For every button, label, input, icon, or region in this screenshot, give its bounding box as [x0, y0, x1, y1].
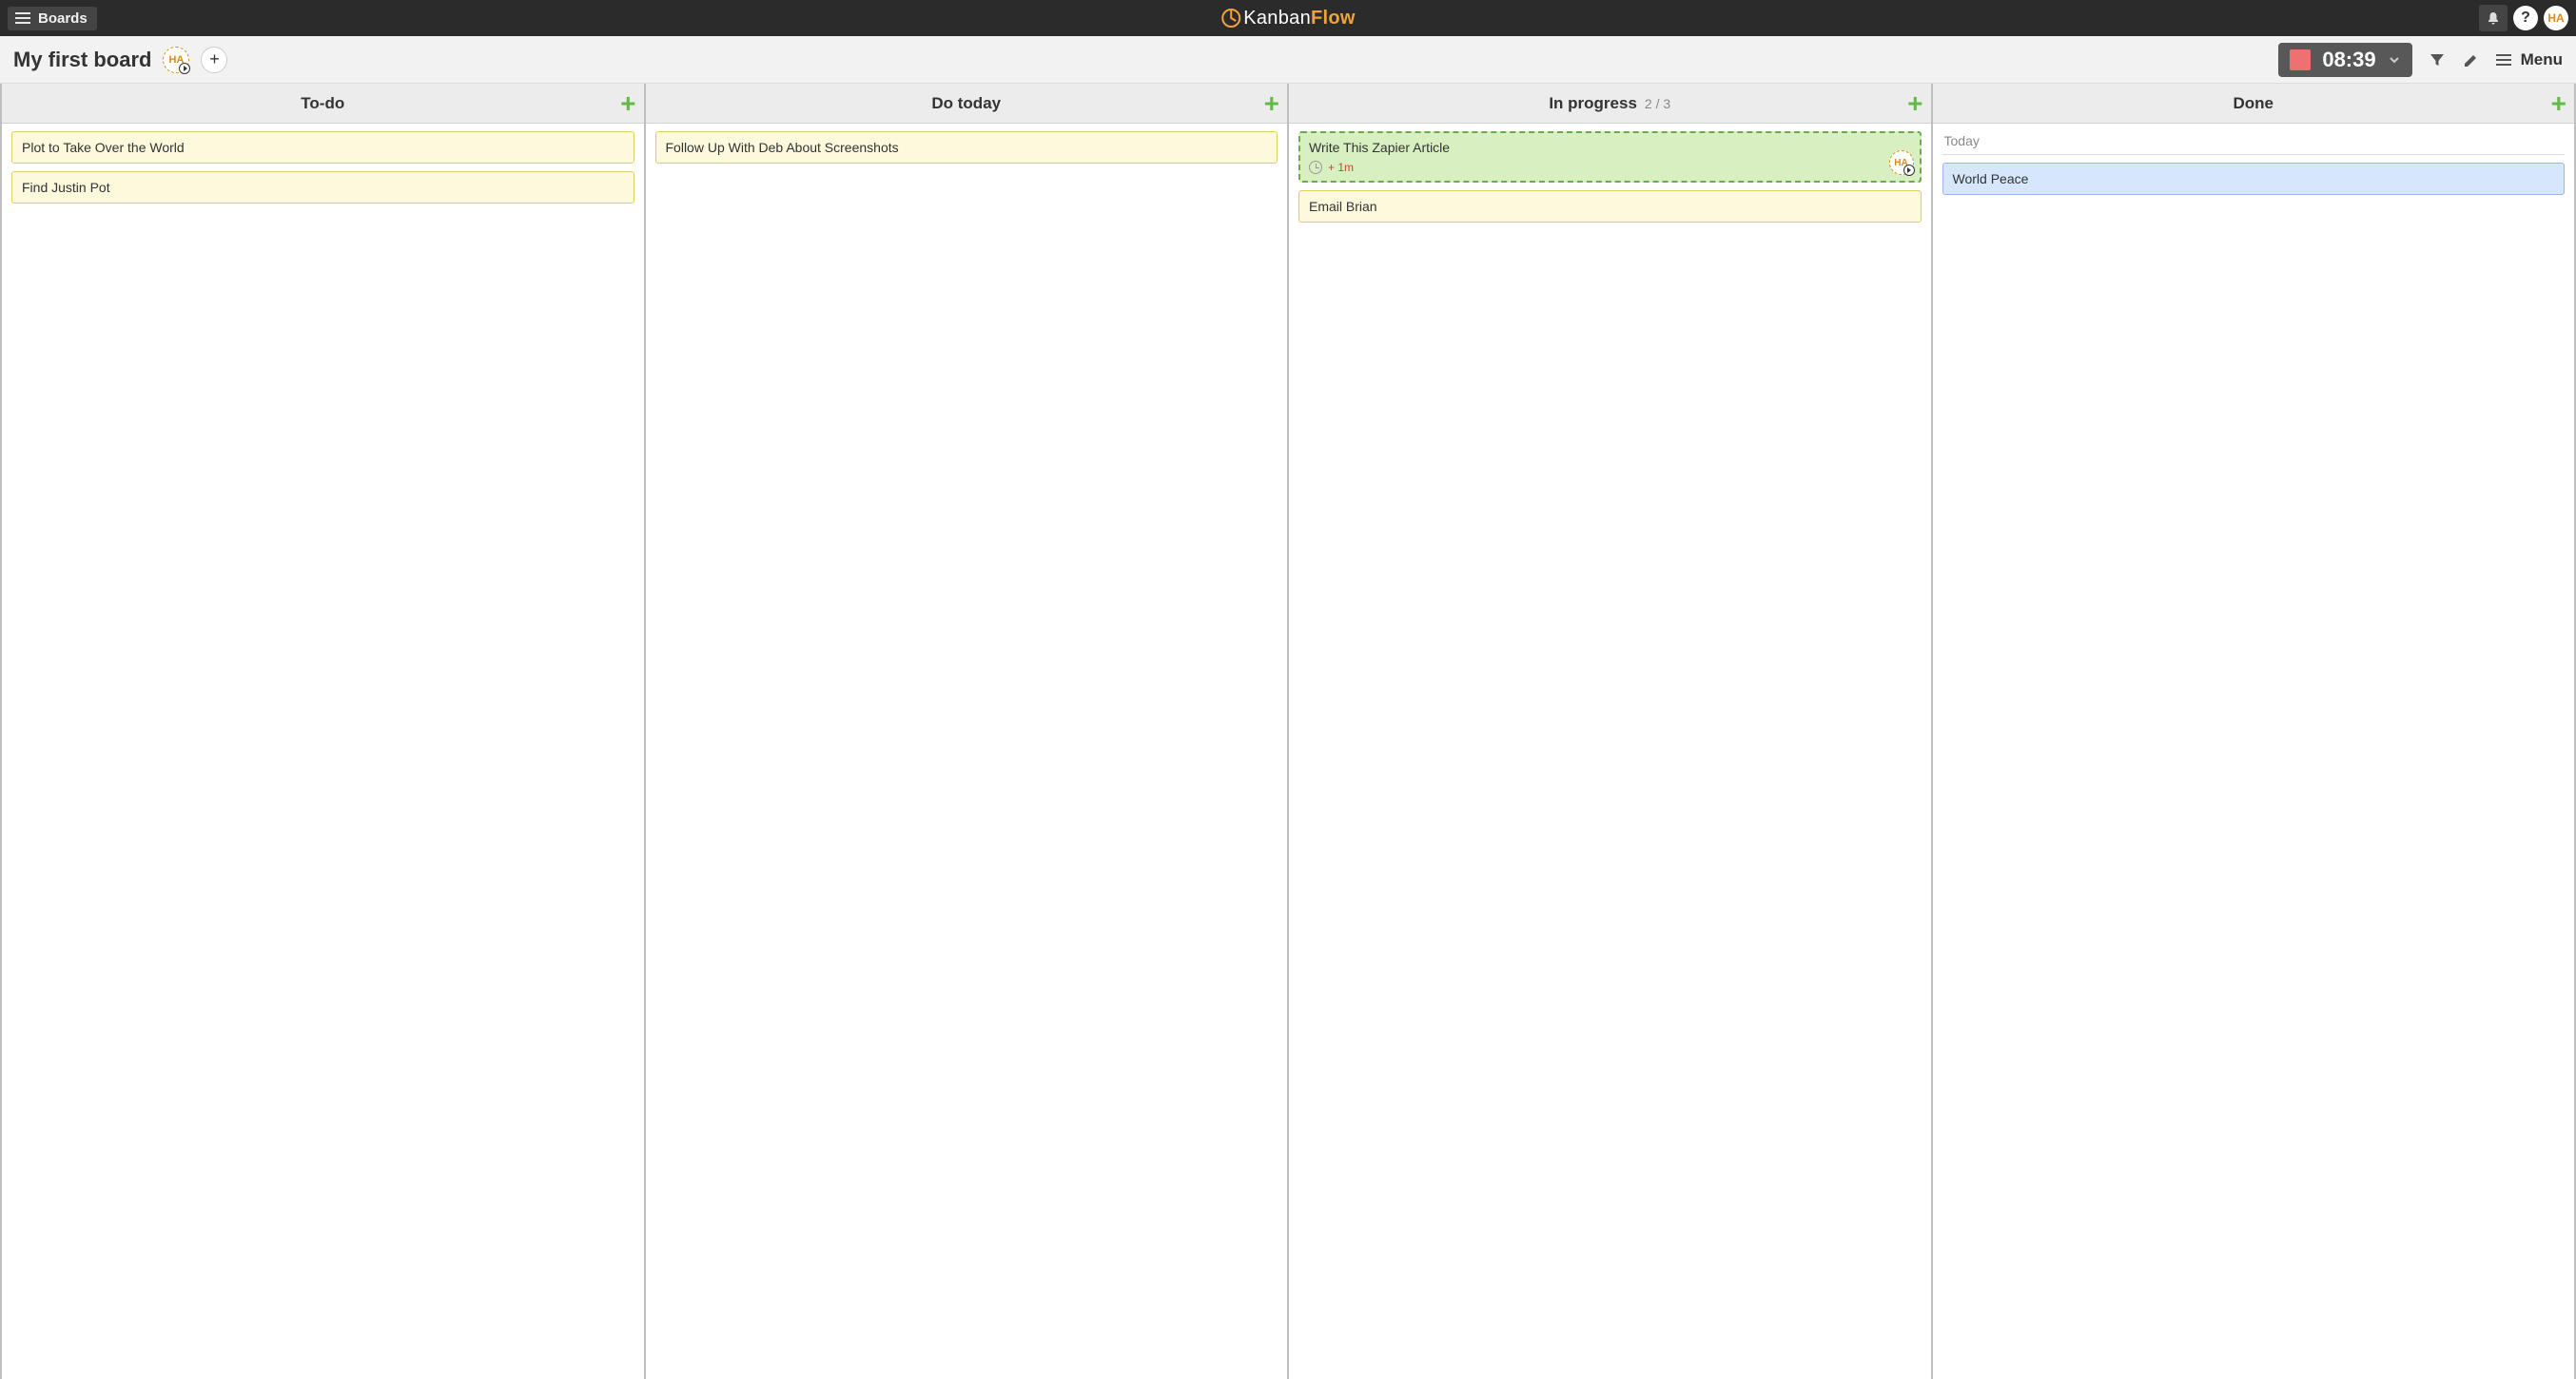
chevron-down-icon: [2388, 53, 2401, 67]
play-badge-icon: [1903, 165, 1915, 176]
board-header-right: 08:39 Menu: [2278, 43, 2563, 77]
card[interactable]: Find Justin Pot: [11, 171, 634, 204]
topbar-right: ? HA: [2479, 5, 2568, 31]
column-body[interactable]: Today World Peace: [1933, 124, 2575, 1379]
logo-icon: [1220, 8, 1241, 29]
card-assignee-avatar[interactable]: HA: [1889, 150, 1914, 175]
card-title: Write This Zapier Article: [1309, 140, 1911, 155]
add-card-button[interactable]: +: [1907, 90, 1922, 117]
swimlane-label: Today: [1944, 133, 2564, 148]
add-card-button[interactable]: +: [2551, 90, 2566, 117]
filter-button[interactable]: [2428, 50, 2447, 69]
card-title: Follow Up With Deb About Screenshots: [666, 140, 1268, 155]
card[interactable]: Plot to Take Over the World: [11, 131, 634, 164]
column-body[interactable]: Follow Up With Deb About Screenshots: [646, 124, 1288, 1379]
column-header[interactable]: Do today +: [646, 84, 1288, 124]
funnel-icon: [2428, 50, 2447, 69]
column-header[interactable]: In progress 2 / 3 +: [1289, 84, 1931, 124]
logo-text: KanbanFlow: [1243, 8, 1356, 29]
hamburger-icon: [2496, 54, 2511, 66]
time-spent: + 1m: [1328, 161, 1354, 174]
column-title: Done: [2234, 94, 2274, 113]
card[interactable]: Email Brian: [1298, 190, 1922, 223]
column-body[interactable]: Write This Zapier Article + 1m HA Email Bri…: [1289, 124, 1931, 1379]
board-header-left: My first board HA +: [13, 47, 227, 73]
notifications-button[interactable]: [2479, 5, 2508, 31]
card-title: Email Brian: [1309, 199, 1911, 214]
card[interactable]: Follow Up With Deb About Screenshots: [655, 131, 1278, 164]
board-columns: To-do + Plot to Take Over the World Find Ju…: [0, 84, 2576, 1379]
card-title: Find Justin Pot: [22, 180, 624, 195]
question-icon: ?: [2521, 10, 2530, 27]
boards-menu-button[interactable]: Boards: [8, 7, 97, 30]
column: Done + Today World Peace: [1933, 84, 2576, 1379]
user-avatar[interactable]: HA: [2544, 6, 2568, 30]
board-member-avatar[interactable]: HA: [163, 47, 189, 73]
column-header[interactable]: Done +: [1933, 84, 2575, 124]
card-meta: + 1m: [1309, 161, 1911, 174]
hamburger-icon: [15, 12, 30, 24]
card[interactable]: Write This Zapier Article + 1m HA: [1298, 131, 1922, 183]
pencil-icon: [2462, 50, 2481, 69]
board-title[interactable]: My first board: [13, 48, 151, 72]
clock-icon: [1309, 161, 1322, 174]
topbar: Boards KanbanFlow ? HA: [0, 0, 2576, 36]
topbar-left: Boards: [8, 7, 97, 30]
menu-button[interactable]: Menu: [2496, 50, 2563, 69]
timer-stop-icon: [2290, 49, 2311, 70]
card-title: World Peace: [1953, 171, 2555, 186]
app-logo[interactable]: KanbanFlow: [1220, 8, 1356, 29]
timer-time: 08:39: [2322, 48, 2375, 72]
help-button[interactable]: ?: [2513, 6, 2538, 30]
add-member-button[interactable]: +: [201, 47, 227, 73]
card-title: Plot to Take Over the World: [22, 140, 624, 155]
add-card-button[interactable]: +: [620, 90, 635, 117]
edit-button[interactable]: [2462, 50, 2481, 69]
column-title: In progress: [1549, 94, 1637, 113]
bell-icon: [2486, 10, 2501, 26]
add-card-button[interactable]: +: [1264, 90, 1279, 117]
column-body[interactable]: Plot to Take Over the World Find Justin P…: [2, 124, 644, 1379]
column: In progress 2 / 3 + Write This Zapier Artic…: [1289, 84, 1933, 1379]
column-title: To-do: [301, 94, 344, 113]
column-title: Do today: [931, 94, 1001, 113]
boards-label: Boards: [38, 10, 88, 27]
card[interactable]: World Peace: [1942, 163, 2566, 195]
swimlane-divider: [1942, 154, 2566, 155]
pomodoro-timer[interactable]: 08:39: [2278, 43, 2411, 77]
column: Do today + Follow Up With Deb About Screen…: [646, 84, 1290, 1379]
board-header: My first board HA + 08:39: [0, 36, 2576, 84]
column-header[interactable]: To-do +: [2, 84, 644, 124]
column: To-do + Plot to Take Over the World Find Ju…: [2, 84, 646, 1379]
plus-icon: +: [209, 49, 220, 69]
play-badge-icon: [179, 63, 190, 74]
wip-limit: 2 / 3: [1645, 96, 1670, 111]
